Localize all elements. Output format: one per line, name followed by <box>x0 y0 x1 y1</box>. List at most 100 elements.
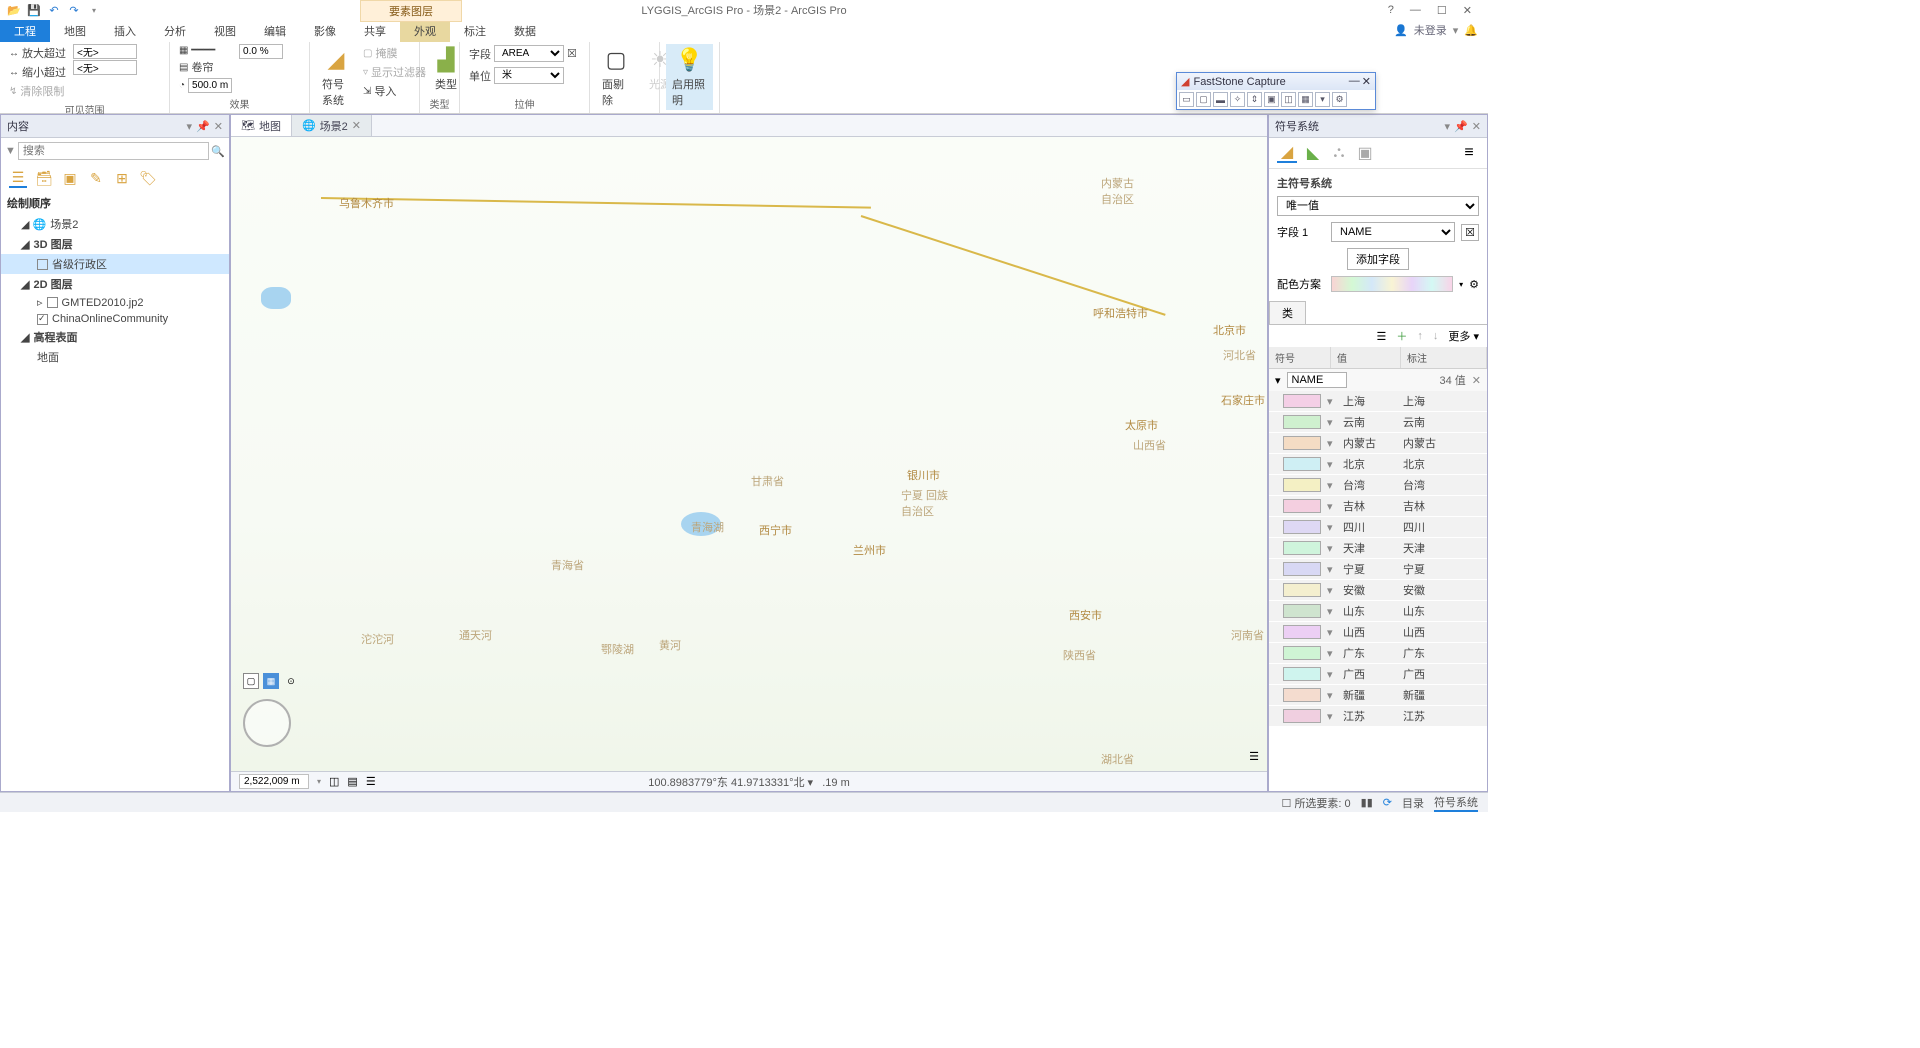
faststone-window[interactable]: ◢ FastStone Capture —✕ ▭ ▢ ▬ ✧ ⇕ ▣ ◫ ▦ ▾… <box>1176 72 1376 110</box>
clear-field-icon[interactable]: ☒ <box>567 47 577 60</box>
footer-tool-3[interactable]: ☰ <box>366 775 376 788</box>
classes-tab[interactable]: 类 <box>1269 301 1306 324</box>
list-values-icon[interactable]: ☰ <box>1377 330 1387 343</box>
sym-advanced-icon[interactable]: ▣ <box>1355 143 1375 163</box>
clear-limit[interactable]: ↯ 清除限制 <box>6 82 69 100</box>
add-value-icon[interactable]: ＋ <box>1396 328 1407 344</box>
zoom-in-beyond[interactable]: ↔ 放大超过 <box>6 44 69 62</box>
pause-icon[interactable]: ▮▮ <box>1361 796 1373 809</box>
elevation-group[interactable]: ◢ 高程表面 <box>1 327 229 347</box>
ribbon-tab-标注[interactable]: 标注 <box>450 20 500 42</box>
field-select[interactable]: AREA <box>494 45 564 62</box>
symbology-item[interactable]: ▾宁夏宁夏 <box>1269 559 1487 580</box>
flicker-button[interactable]: ◔ <box>176 77 235 94</box>
swipe-button[interactable]: ▤ 卷帘 <box>176 58 235 76</box>
scale-input[interactable] <box>239 774 309 789</box>
refresh-icon[interactable]: ⟳ <box>1383 796 1392 809</box>
map-tab-map[interactable]: 🗺 地图 <box>231 115 292 136</box>
map-tab-scene2[interactable]: 🌐 场景2 ✕ <box>292 115 372 136</box>
symbology-item[interactable]: ▾新疆新疆 <box>1269 685 1487 706</box>
symbology-item[interactable]: ▾云南云南 <box>1269 412 1487 433</box>
color-ramp[interactable] <box>1331 276 1453 292</box>
vary-by-attr-icon[interactable]: ◣ <box>1303 143 1323 163</box>
symbology-item[interactable]: ▾山西山西 <box>1269 622 1487 643</box>
import-button[interactable]: ⇲ 导入 <box>360 82 429 100</box>
enable-lighting-button[interactable]: 💡启用照明 <box>666 44 713 110</box>
open-icon[interactable]: 📂 <box>6 2 22 18</box>
footer-tool-1[interactable]: ◫ <box>329 775 339 788</box>
collapse-icon[interactable]: ▾ <box>1275 374 1281 387</box>
attribute-table-icon[interactable]: ☰ <box>1249 750 1259 763</box>
panel-close-icon[interactable]: ✕ <box>214 120 223 133</box>
value-field-input[interactable] <box>1287 372 1347 388</box>
ribbon-tab-共享[interactable]: 共享 <box>350 20 400 42</box>
undo-icon[interactable]: ↶ <box>46 2 62 18</box>
zoom-in-value[interactable] <box>73 44 137 59</box>
add-field-button[interactable]: 添加字段 <box>1347 248 1409 270</box>
field1-select[interactable]: NAME <box>1331 222 1455 242</box>
ribbon-tab-数据[interactable]: 数据 <box>500 20 550 42</box>
fs-capture-object-icon[interactable]: ◫ <box>1281 92 1296 107</box>
save-icon[interactable]: 💾 <box>26 2 42 18</box>
symbology-item[interactable]: ▾北京北京 <box>1269 454 1487 475</box>
layer-provinces[interactable]: 省级行政区 <box>1 254 229 274</box>
ribbon-tab-分析[interactable]: 分析 <box>150 20 200 42</box>
burger-icon[interactable]: ≡ <box>1459 143 1479 163</box>
symbology-item[interactable]: ▾山东山东 <box>1269 601 1487 622</box>
face-cull-button[interactable]: ▢面剔除 <box>596 44 636 110</box>
fs-capture-rect-icon[interactable]: ▬ <box>1213 92 1228 107</box>
list-by-snapping-icon[interactable]: ⊞ <box>113 168 131 188</box>
ribbon-tab-视图[interactable]: 视图 <box>200 20 250 42</box>
scale-dropdown-icon[interactable]: ▾ <box>317 777 321 786</box>
map-canvas[interactable]: ▢ ▦ ⊙ ☰ 乌鲁木齐市内蒙古自治区呼和浩特市北京市河北省石家庄市太原市山西省… <box>231 137 1267 771</box>
panel-menu-icon[interactable]: ▾ <box>1445 120 1451 133</box>
list-by-selection-icon[interactable]: ▣ <box>61 168 79 188</box>
help-icon[interactable]: ? <box>1388 4 1394 17</box>
fs-output-icon[interactable]: ▾ <box>1315 92 1330 107</box>
list-by-labeling-icon[interactable]: 🏷 <box>139 168 157 188</box>
symbology-item[interactable]: ▾吉林吉林 <box>1269 496 1487 517</box>
zoom-out-beyond[interactable]: ↔ 缩小超过 <box>6 63 69 81</box>
symbology-item[interactable]: ▾广西广西 <box>1269 664 1487 685</box>
list-by-source-icon[interactable]: 🗃 <box>35 168 53 188</box>
symbology-link[interactable]: 符号系统 <box>1434 794 1478 812</box>
fs-close-icon[interactable]: ✕ <box>1362 75 1371 88</box>
layer-gmted[interactable]: ▹ GMTED2010.jp2 <box>1 294 229 311</box>
expression-icon[interactable]: ☒ <box>1461 224 1479 241</box>
toc-search-input[interactable] <box>18 142 209 160</box>
2d-layers-group[interactable]: ◢ 2D 图层 <box>1 274 229 294</box>
filters-button[interactable]: ▿ 显示过滤器 <box>360 63 429 81</box>
panel-pin-icon[interactable]: 📌 <box>1454 120 1468 133</box>
color-dropdown-icon[interactable]: ▾ <box>1459 280 1463 289</box>
filter-icon[interactable]: ▼ <box>5 145 16 157</box>
user-label[interactable]: 未登录 <box>1414 22 1447 38</box>
fs-capture-freehand-icon[interactable]: ✧ <box>1230 92 1245 107</box>
primary-symbology-select[interactable]: 唯一值 <box>1277 196 1479 216</box>
navigator-wheel[interactable] <box>243 699 291 747</box>
panel-pin-icon[interactable]: 📌 <box>196 120 210 133</box>
symbology-button[interactable]: ◢符号系统 <box>316 44 356 110</box>
more-button[interactable]: 更多 ▾ <box>1448 328 1479 344</box>
opacity-value[interactable] <box>239 44 283 59</box>
zoom-out-value[interactable] <box>73 60 137 75</box>
color-settings-icon[interactable]: ⚙ <box>1469 278 1479 291</box>
gallery-icon[interactable]: ◢ <box>1277 143 1297 163</box>
fs-minimize-icon[interactable]: — <box>1349 75 1360 88</box>
symbology-item[interactable]: ▾天津天津 <box>1269 538 1487 559</box>
move-up-icon[interactable]: ↑ <box>1417 330 1423 342</box>
ribbon-tab-影像[interactable]: 影像 <box>300 20 350 42</box>
symbology-item[interactable]: ▾安徽安徽 <box>1269 580 1487 601</box>
qat-dropdown-icon[interactable]: ▾ <box>86 2 102 18</box>
ribbon-tab-工程[interactable]: 工程 <box>0 20 50 42</box>
fs-capture-fullscreen-icon[interactable]: ▢ <box>1196 92 1211 107</box>
move-down-icon[interactable]: ↓ <box>1433 330 1439 342</box>
notification-icon[interactable]: 🔔 <box>1464 24 1478 37</box>
fs-capture-fixed-icon[interactable]: ▣ <box>1264 92 1279 107</box>
view-mode-3d-icon[interactable]: ▦ <box>263 673 279 689</box>
unit-select[interactable]: 米 <box>494 67 564 84</box>
redo-icon[interactable]: ↷ <box>66 2 82 18</box>
symbology-item[interactable]: ▾江苏江苏 <box>1269 706 1487 727</box>
ribbon-tab-地图[interactable]: 地图 <box>50 20 100 42</box>
mask-button[interactable]: ▢ 掩膜 <box>360 44 429 62</box>
view-mode-global-icon[interactable]: ⊙ <box>283 673 299 689</box>
